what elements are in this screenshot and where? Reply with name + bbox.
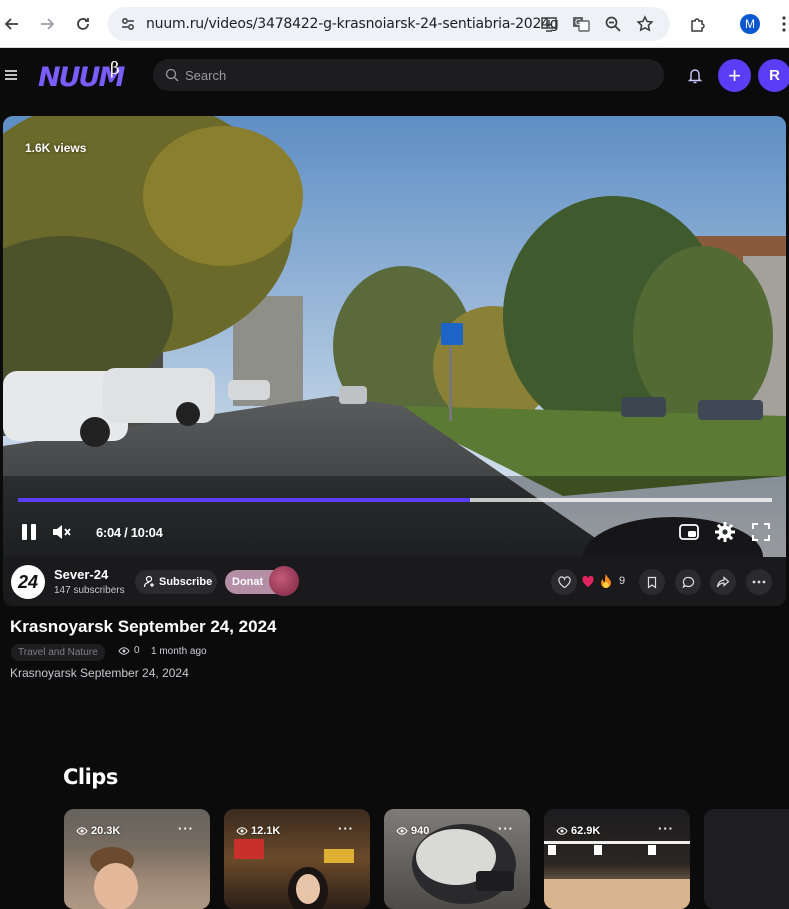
search-bar[interactable] — [153, 59, 664, 91]
channel-name[interactable]: Sever-24 — [54, 567, 108, 582]
video-frame — [3, 116, 786, 557]
browser-toolbar: nuum.ru/videos/3478422-g-krasnoiarsk-24-… — [0, 0, 789, 48]
svg-text:β: β — [110, 59, 120, 79]
clip-more-icon[interactable]: ··· — [658, 821, 674, 836]
clip-card[interactable]: 20.3K ··· — [64, 809, 210, 909]
clip-views: 12.1K — [236, 825, 280, 837]
category-tag[interactable]: Travel and Nature — [11, 644, 105, 661]
view-count: 0 — [118, 645, 140, 656]
subscribe-button[interactable]: Subscribe — [135, 570, 217, 594]
channel-avatar[interactable]: 24 — [11, 565, 45, 599]
video-progress-bar[interactable] — [18, 498, 772, 502]
clip-views-text: 20.3K — [91, 825, 121, 837]
clip-more-icon[interactable]: ··· — [338, 821, 354, 836]
user-icon — [143, 575, 154, 588]
save-button[interactable] — [639, 569, 665, 595]
heart-reaction-icon[interactable] — [581, 575, 595, 588]
picture-in-picture-icon[interactable] — [678, 521, 700, 543]
heart-outline-icon — [557, 575, 571, 588]
reload-icon[interactable] — [71, 12, 95, 36]
subscribe-label: Subscribe — [159, 576, 213, 588]
channel-info-bar: 24 Sever-24 147 subscribers Subscribe Do… — [3, 557, 786, 606]
reaction-count: 9 — [619, 575, 626, 587]
user-avatar[interactable]: R — [758, 59, 789, 92]
forward-icon[interactable] — [35, 12, 59, 36]
eye-icon — [396, 827, 408, 835]
eye-icon — [76, 827, 88, 835]
zoom-icon[interactable] — [604, 15, 622, 33]
bookmark-star-icon[interactable] — [636, 15, 654, 33]
comment-icon — [681, 576, 694, 588]
more-dots-icon — [752, 580, 766, 584]
bookmark-icon — [647, 576, 657, 589]
video-time: 6:04 / 10:04 — [96, 525, 163, 540]
more-options-button[interactable] — [746, 569, 772, 595]
clip-views-text: 12.1K — [251, 825, 281, 837]
muted-volume-icon[interactable] — [51, 521, 73, 543]
clip-card-partial[interactable] — [704, 809, 789, 909]
svg-text:G: G — [575, 18, 581, 27]
clip-views: 940 — [396, 825, 429, 837]
clip-card[interactable]: 940 ··· — [384, 809, 530, 909]
url-text: nuum.ru/videos/3478422-g-krasnoiarsk-24-… — [146, 16, 559, 32]
video-description: Krasnoyarsk September 24, 2024 — [10, 666, 189, 680]
nuum-logo[interactable]: NUUM β — [38, 56, 128, 93]
video-title: Krasnoyarsk September 24, 2024 — [10, 617, 277, 636]
eye-icon — [236, 827, 248, 835]
site-header: NUUM β + R — [0, 48, 789, 104]
eye-icon — [556, 827, 568, 835]
address-bar[interactable]: nuum.ru/videos/3478422-g-krasnoiarsk-24-… — [108, 7, 670, 41]
notifications-bell-icon[interactable] — [685, 65, 705, 85]
comments-button[interactable] — [675, 569, 701, 595]
upload-age: 1 month ago — [151, 646, 207, 657]
fullscreen-icon[interactable] — [750, 521, 772, 543]
create-button[interactable]: + — [718, 59, 751, 92]
extensions-icon[interactable] — [686, 12, 710, 36]
translate-icon[interactable]: G — [572, 15, 590, 33]
donate-mascot-icon — [269, 566, 299, 596]
pause-icon[interactable] — [18, 521, 40, 543]
clip-views: 20.3K — [76, 825, 120, 837]
fire-reaction-icon[interactable] — [599, 573, 613, 589]
back-icon[interactable] — [0, 12, 24, 36]
video-progress-fill — [18, 498, 471, 502]
hamburger-menu-icon[interactable] — [5, 70, 17, 80]
clip-more-icon[interactable]: ··· — [178, 821, 194, 836]
video-player[interactable]: 1.6K views 6:04 / 10:04 — [3, 116, 786, 557]
view-count-text: 0 — [134, 645, 140, 656]
video-views-badge: 1.6K views — [25, 141, 87, 155]
clip-more-icon[interactable]: ··· — [498, 821, 514, 836]
clip-card[interactable]: 62.9K ··· — [544, 809, 690, 909]
browser-menu-icon[interactable] — [772, 12, 789, 36]
clips-heading: Clips — [63, 765, 118, 789]
donate-label: Donat — [232, 576, 264, 588]
eye-icon — [118, 646, 130, 655]
channel-subscribers: 147 subscribers — [54, 585, 125, 596]
clip-views-text: 940 — [411, 825, 430, 837]
share-button[interactable] — [710, 569, 736, 595]
like-button[interactable] — [551, 569, 577, 595]
settings-gear-icon[interactable] — [714, 521, 736, 543]
search-input[interactable] — [185, 65, 645, 85]
clip-views: 62.9K — [556, 825, 600, 837]
browser-profile-avatar[interactable]: M — [740, 14, 760, 34]
clip-views-text: 62.9K — [571, 825, 601, 837]
site-info-icon[interactable] — [120, 16, 136, 32]
donate-button[interactable]: Donat — [225, 566, 299, 596]
install-app-icon[interactable] — [540, 15, 558, 33]
search-icon — [165, 68, 179, 82]
share-icon — [716, 575, 730, 587]
clip-card[interactable]: 12.1K ··· — [224, 809, 370, 909]
